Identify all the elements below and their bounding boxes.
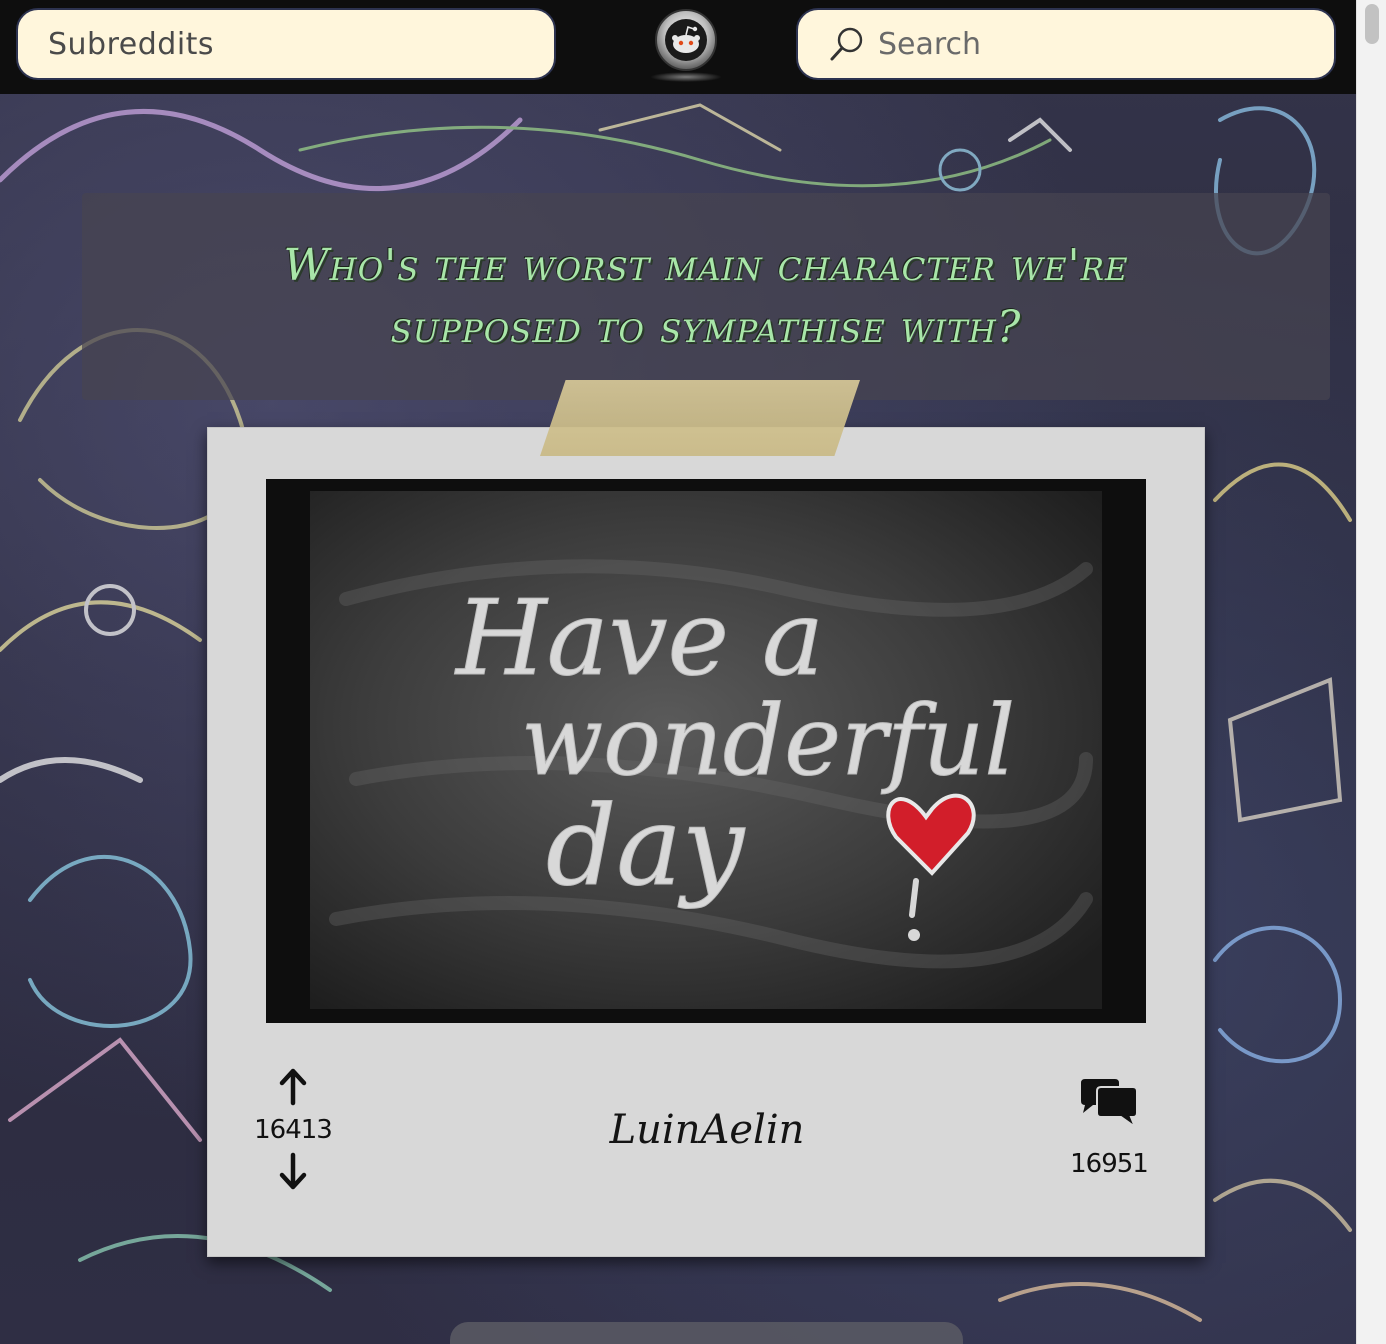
- post-card: Have a wonderful day 16413 LuinAelin 169…: [207, 427, 1205, 1257]
- post-author[interactable]: LuinAelin: [507, 1107, 907, 1153]
- reddit-alien-icon[interactable]: [654, 8, 718, 72]
- scrollbar-thumb[interactable]: [1365, 4, 1379, 44]
- logo-shadow: [650, 72, 722, 82]
- page-scrollbar[interactable]: [1356, 0, 1386, 1344]
- comments-button[interactable]: 16951: [1057, 1077, 1161, 1185]
- masking-tape: [540, 380, 860, 456]
- search-input[interactable]: [876, 25, 1300, 63]
- vote-controls: 16413: [243, 1067, 343, 1191]
- next-post-card[interactable]: [450, 1322, 963, 1344]
- chalk-line-3: day: [546, 782, 746, 910]
- arrow-down-icon[interactable]: [273, 1151, 313, 1191]
- search-bar[interactable]: [796, 8, 1336, 80]
- subreddits-button[interactable]: Subreddits: [16, 8, 556, 80]
- post-title-banner: Who's the worst main character we're sup…: [82, 193, 1330, 400]
- post-title[interactable]: Who's the worst main character we're sup…: [206, 235, 1206, 359]
- top-header: Subreddits: [0, 0, 1356, 94]
- chalk-line-2: wonderful: [521, 685, 1015, 797]
- subreddits-label: Subreddits: [48, 26, 215, 62]
- arrow-up-icon[interactable]: [273, 1067, 313, 1107]
- upvote-count: 16413: [254, 1115, 333, 1145]
- comment-count: 16951: [1070, 1149, 1149, 1179]
- speech-bubbles-icon: [1081, 1079, 1138, 1130]
- post-image[interactable]: Have a wonderful day: [266, 479, 1146, 1023]
- search-icon: [830, 27, 863, 61]
- chalk-line-1: Have a: [454, 577, 824, 699]
